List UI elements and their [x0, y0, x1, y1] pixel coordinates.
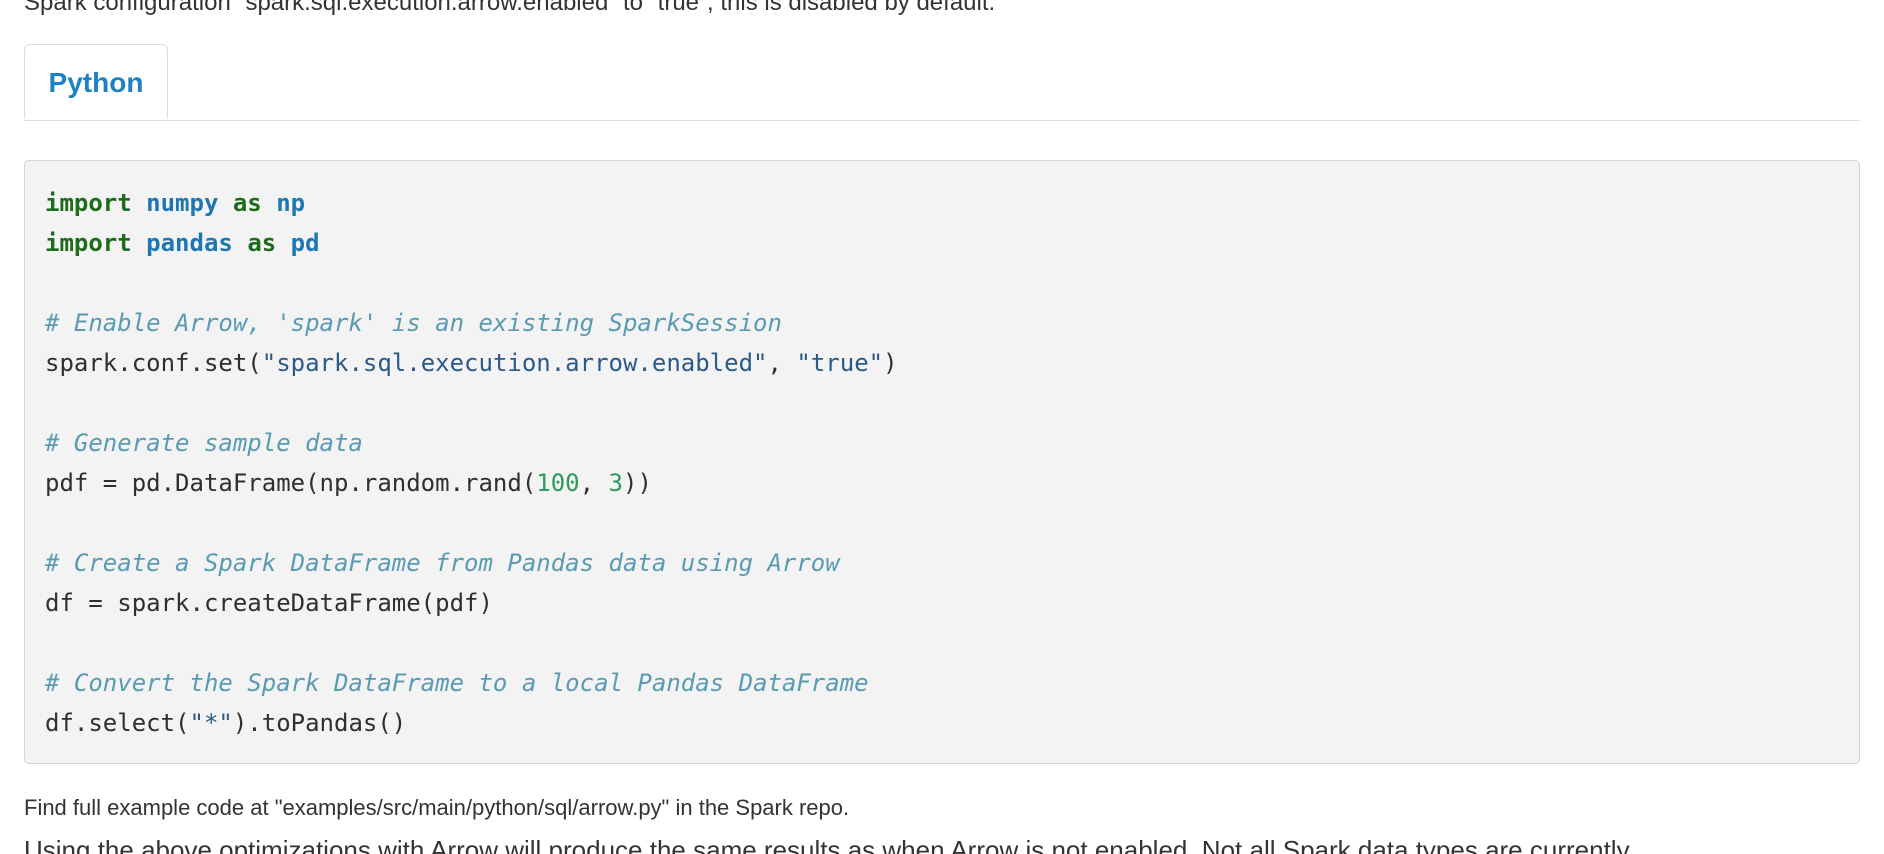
language-tabs: Python	[24, 44, 1860, 121]
code-token: import	[45, 229, 132, 257]
code-line: # Convert the Spark DataFrame to a local…	[45, 663, 1839, 703]
code-line: pdf = pd.DataFrame(np.random.rand(100, 3…	[45, 463, 1839, 503]
code-token: spark.conf.set(	[45, 349, 262, 377]
code-token: import	[45, 189, 132, 217]
code-line: # Create a Spark DataFrame from Pandas d…	[45, 543, 1839, 583]
code-line: df = spark.createDataFrame(pdf)	[45, 583, 1839, 623]
code-token: # Create a Spark DataFrame from Pandas d…	[45, 549, 840, 577]
code-token: pandas	[146, 229, 233, 257]
code-line: # Generate sample data	[45, 423, 1839, 463]
code-token: "true"	[796, 349, 884, 377]
code-token: numpy	[146, 189, 219, 217]
code-token: ))	[623, 469, 652, 497]
code-token: )	[883, 349, 898, 377]
code-token: 100	[536, 469, 580, 497]
code-token: np	[276, 189, 306, 217]
code-lines: import numpy as np import pandas as pd # E…	[45, 183, 1839, 743]
code-line: spark.conf.set("spark.sql.execution.arro…	[45, 343, 1839, 383]
code-token: ).toPandas()	[232, 709, 407, 737]
body-paragraph: Using the above optimizations with Arrow…	[24, 835, 1630, 854]
example-source-note: Find full example code at "examples/src/…	[24, 795, 850, 820]
code-token: pd	[290, 229, 320, 257]
code-block: import numpy as np import pandas as pd # E…	[24, 160, 1860, 764]
code-line: # Enable Arrow, 'spark' is an existing S…	[45, 303, 1839, 343]
code-line: import pandas as pd	[45, 223, 1839, 263]
tab-python[interactable]: Python	[24, 44, 168, 119]
intro-paragraph: Spark configuration `spark.sql.execution…	[24, 0, 996, 16]
code-token: as	[247, 229, 277, 257]
code-token: df.select(	[45, 709, 190, 737]
code-token: # Generate sample data	[45, 429, 363, 457]
code-token: ,	[579, 469, 609, 497]
code-token: as	[232, 189, 262, 217]
code-token: "*"	[189, 709, 233, 737]
code-token: pdf = pd.DataFrame(np.random.rand(	[45, 469, 537, 497]
code-token: # Convert the Spark DataFrame to a local…	[45, 669, 869, 697]
code-line: import numpy as np	[45, 183, 1839, 223]
code-token: # Enable Arrow, 'spark' is an existing S…	[45, 309, 782, 337]
code-line: df.select("*").toPandas()	[45, 703, 1839, 743]
code-token: df = spark.createDataFrame(pdf)	[45, 589, 493, 617]
tab-python-label: Python	[48, 67, 144, 98]
code-token: "spark.sql.execution.arrow.enabled"	[261, 349, 768, 377]
code-token: 3	[608, 469, 623, 497]
code-token: ,	[767, 349, 797, 377]
